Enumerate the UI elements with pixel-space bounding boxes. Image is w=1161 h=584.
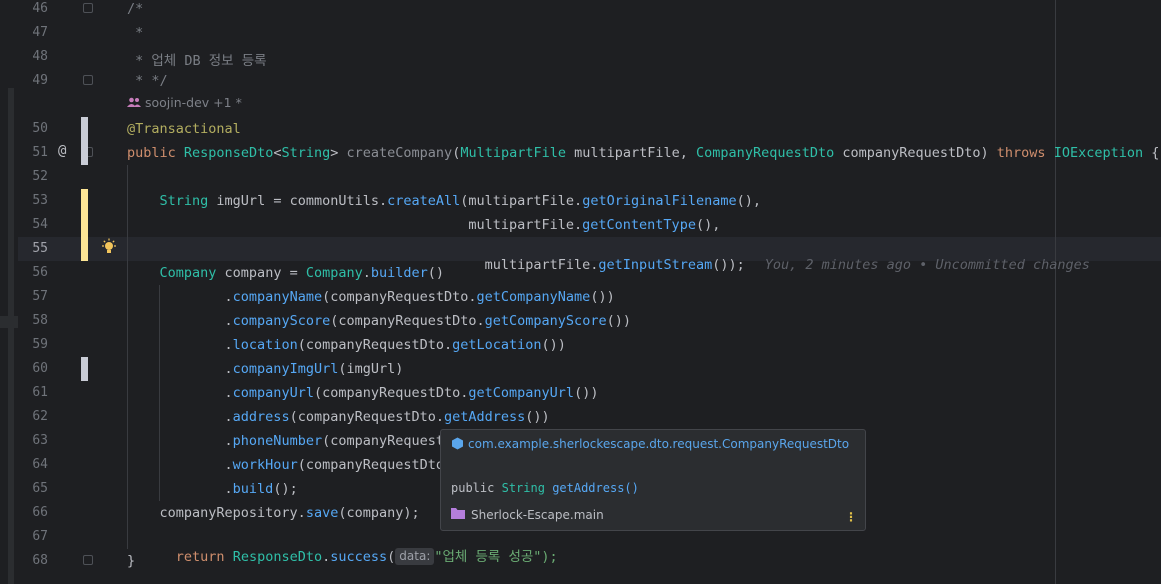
override-icon[interactable]: @ xyxy=(58,143,66,159)
vcs-change-marker[interactable] xyxy=(81,189,88,261)
line-number: 46 xyxy=(32,1,48,16)
code-line[interactable]: * 업체 DB 정보 등록 xyxy=(127,49,266,69)
line-number: 61 xyxy=(32,385,48,400)
code-line[interactable]: .workHour(companyRequestDto xyxy=(127,457,444,473)
sig-type: String xyxy=(501,481,545,495)
left-scrollbar[interactable] xyxy=(8,88,14,584)
popup-signature: public String getAddress() xyxy=(451,481,639,495)
popup-module: Sherlock-Escape.main xyxy=(451,507,604,522)
right-margin-guide xyxy=(1055,0,1056,584)
code-line[interactable]: return ResponseDto.success(data: "업체 등록 성… xyxy=(127,529,558,565)
code-line[interactable]: .companyImgUrl(imgUrl) xyxy=(127,361,404,377)
class-icon xyxy=(451,437,464,455)
line-number: 52 xyxy=(32,169,48,184)
lightbulb-icon[interactable] xyxy=(100,238,118,256)
popup-package-name: com.example.sherlockescape.dto.request.C… xyxy=(468,437,850,451)
author-hint[interactable]: soojin-dev +1 * xyxy=(127,95,242,110)
code-line[interactable]: } xyxy=(127,553,135,569)
line-number: 65 xyxy=(32,481,48,496)
code-line[interactable]: .phoneNumber(companyRequest xyxy=(127,433,444,449)
line-number: 54 xyxy=(32,217,48,232)
code-line[interactable]: Company company = Company.builder() xyxy=(127,265,445,281)
line-number: 53 xyxy=(32,193,48,208)
module-folder-icon xyxy=(451,507,465,522)
more-options-icon[interactable]: ⋮ xyxy=(845,510,857,524)
author-hint-label: soojin-dev +1 * xyxy=(145,95,242,110)
line-number: 49 xyxy=(32,73,48,88)
code-line[interactable]: companyRepository.save(company); xyxy=(127,505,420,521)
code-line[interactable]: * xyxy=(127,25,143,41)
line-number: 50 xyxy=(32,121,48,136)
popup-package[interactable]: com.example.sherlockescape.dto.request.C… xyxy=(451,436,851,455)
line-number: 68 xyxy=(32,553,48,568)
line-number: 63 xyxy=(32,433,48,448)
line-number: 47 xyxy=(32,25,48,40)
vcs-change-marker[interactable] xyxy=(81,357,88,381)
code-line[interactable]: .companyName(companyRequestDto.getCompan… xyxy=(127,289,615,305)
code-line[interactable]: .build(); xyxy=(127,481,298,497)
parameter-hint: data: xyxy=(395,548,435,565)
string-literal: "업체 등록 성공"); xyxy=(434,549,558,565)
code-line[interactable]: .companyScore(companyRequestDto.getCompa… xyxy=(127,313,631,329)
popup-module-name: Sherlock-Escape.main xyxy=(471,507,604,522)
line-number: 58 xyxy=(32,313,48,328)
left-marker xyxy=(0,316,18,328)
line-number: 62 xyxy=(32,409,48,424)
fold-icon[interactable] xyxy=(83,75,93,85)
code-line[interactable]: * */ xyxy=(127,73,168,89)
code-line[interactable]: @Transactional xyxy=(127,121,241,137)
fold-icon[interactable] xyxy=(83,3,93,13)
left-tool-strip xyxy=(0,0,18,584)
users-icon xyxy=(127,95,141,110)
sig-method: getAddress() xyxy=(552,481,639,495)
sig-modifier: public xyxy=(451,481,495,495)
line-number: 57 xyxy=(32,289,48,304)
fold-icon[interactable] xyxy=(83,555,93,565)
line-number: 59 xyxy=(32,337,48,352)
code-line[interactable]: String imgUrl = commonUtils.createAll(mu… xyxy=(127,193,762,209)
line-number: 60 xyxy=(32,361,48,376)
quick-documentation-popup[interactable]: com.example.sherlockescape.dto.request.C… xyxy=(440,429,866,531)
line-number: 48 xyxy=(32,49,48,64)
code-line[interactable]: .companyUrl(companyRequestDto.getCompany… xyxy=(127,385,599,401)
code-line[interactable]: public ResponseDto<String> createCompany… xyxy=(127,145,1159,161)
vcs-change-marker[interactable] xyxy=(81,117,88,165)
code-line[interactable]: .location(companyRequestDto.getLocation(… xyxy=(127,337,566,353)
line-number: 55 xyxy=(32,241,48,256)
code-line-text: return ResponseDto.success( xyxy=(175,549,396,565)
line-number: 56 xyxy=(32,265,48,280)
line-number: 51 xyxy=(32,145,48,160)
gutter: 46 47 48 49 50 51 52 53 54 55 56 57 58 5… xyxy=(18,0,90,584)
line-number: 64 xyxy=(32,457,48,472)
line-number: 67 xyxy=(32,529,48,544)
git-blame-annotation: You, 2 minutes ago • Uncommitted changes xyxy=(764,257,1090,273)
line-number: 66 xyxy=(32,505,48,520)
code-line[interactable]: multipartFile.getContentType(), xyxy=(127,217,720,233)
code-line[interactable]: .address(companyRequestDto.getAddress()) xyxy=(127,409,550,425)
code-line[interactable]: /* xyxy=(127,1,143,17)
